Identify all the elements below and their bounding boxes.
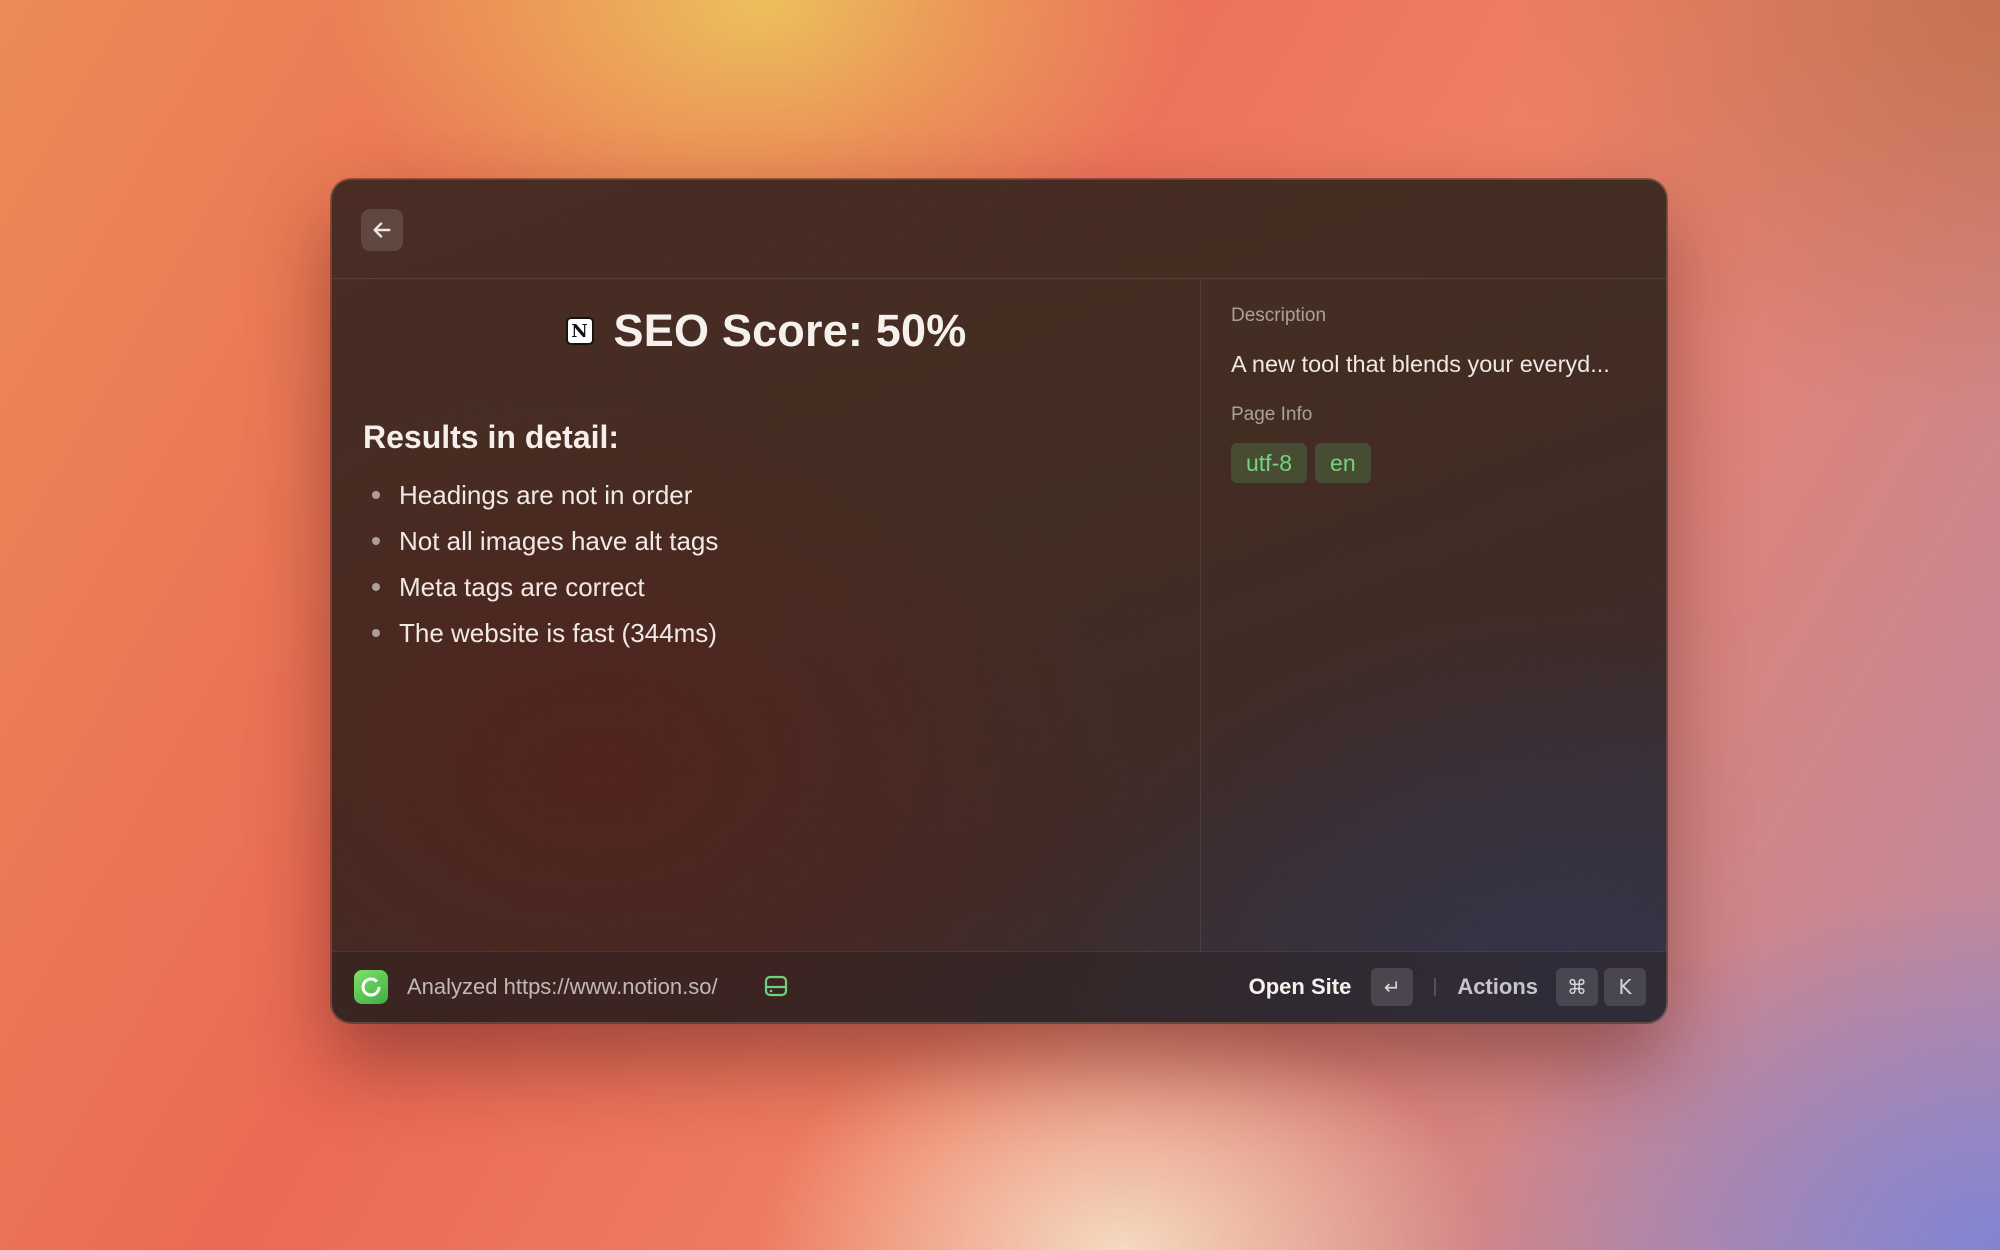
score-header: N SEO Score: 50% (332, 305, 1200, 357)
command-key-icon: ⌘ (1556, 968, 1598, 1006)
detail-pane: N SEO Score: 50% Results in detail: Head… (332, 279, 1201, 953)
result-text: Headings are not in order (399, 479, 693, 510)
bullet-icon (372, 537, 380, 545)
page-info-tags: utf-8 en (1231, 443, 1371, 483)
extension-icon (354, 970, 388, 1004)
list-item: Meta tags are correct (372, 564, 718, 610)
status-text: Analyzed https://www.notion.so/ (407, 974, 718, 999)
list-item: Not all images have alt tags (372, 518, 718, 564)
ring-icon (361, 977, 381, 997)
list-item: The website is fast (344ms) (372, 610, 718, 656)
open-site-button[interactable]: Open Site (1249, 974, 1352, 1000)
metadata-pane: Description A new tool that blends your … (1202, 279, 1666, 953)
result-text: Meta tags are correct (399, 571, 645, 602)
seo-score-title: SEO Score: 50% (613, 305, 967, 356)
toolbar (332, 180, 1666, 279)
divider (1434, 978, 1437, 996)
back-button[interactable] (361, 209, 403, 251)
result-text: Not all images have alt tags (399, 525, 719, 556)
results-heading: Results in detail: (363, 419, 620, 455)
footer-actions: Open Site ↵ Actions ⌘ K (1249, 967, 1646, 1007)
bullet-icon (372, 491, 380, 499)
bullet-icon (372, 583, 380, 591)
hard-drive-icon (764, 975, 788, 997)
results-list: Headings are not in order Not all images… (372, 472, 718, 656)
tag-language: en (1315, 443, 1371, 483)
notion-logo-icon: N (565, 317, 594, 345)
page-info-label: Page Info (1231, 404, 1313, 425)
description-label: Description (1231, 305, 1327, 326)
extension-window: N SEO Score: 50% Results in detail: Head… (331, 179, 1667, 1023)
notion-logo-letter: N (571, 320, 588, 342)
result-text: The website is fast (344ms) (399, 617, 717, 648)
k-key: K (1604, 968, 1646, 1006)
action-bar: Analyzed https://www.notion.so/ Open Sit… (332, 951, 1666, 1022)
list-item: Headings are not in order (372, 472, 718, 518)
description-value: A new tool that blends your everyd... (1231, 351, 1610, 377)
actions-button[interactable]: Actions (1457, 974, 1538, 1000)
bullet-icon (372, 629, 380, 637)
arrow-left-icon (373, 222, 391, 238)
tag-charset: utf-8 (1231, 443, 1308, 483)
enter-key-icon: ↵ (1371, 968, 1414, 1006)
